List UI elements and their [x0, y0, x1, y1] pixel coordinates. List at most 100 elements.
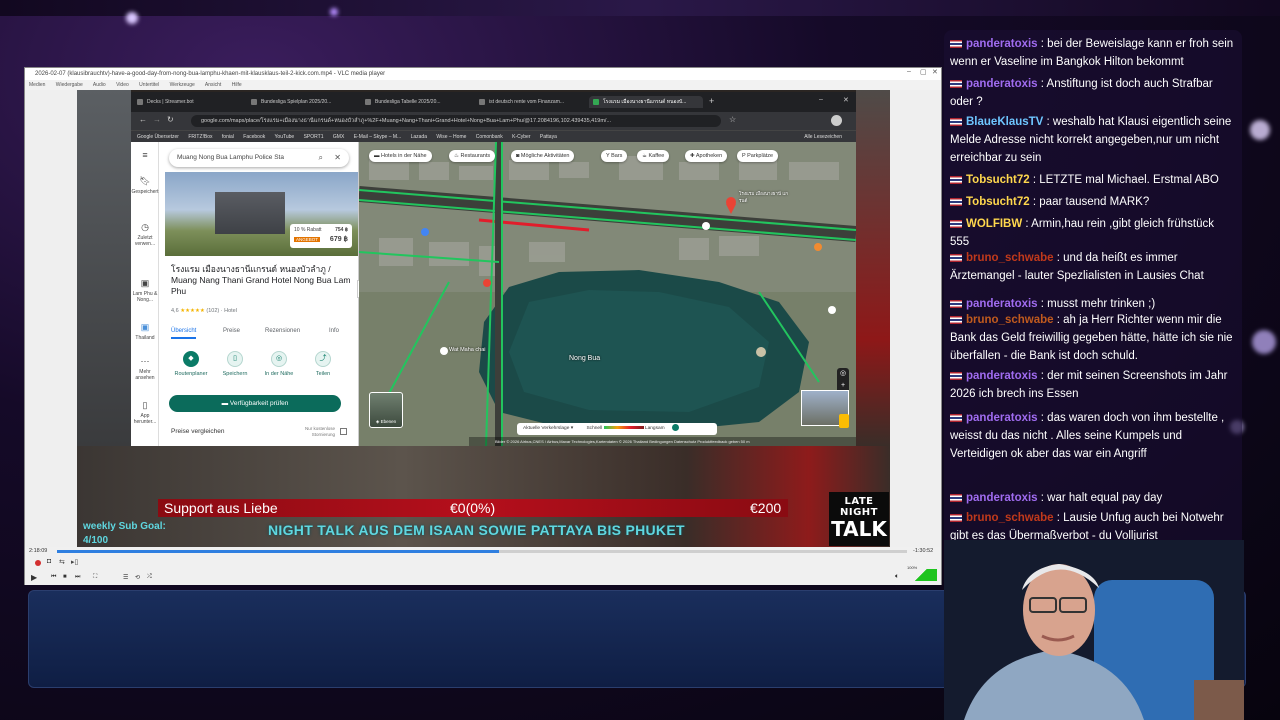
chip-activities[interactable]: ◙ Mögliche Aktivitäten — [511, 150, 575, 162]
minimize-button[interactable]: – — [907, 68, 911, 75]
chip-coffee[interactable]: ☕︎ Kaffee — [637, 150, 670, 162]
bookmark-item[interactable]: Pattaya — [540, 134, 557, 140]
fullscreen-button[interactable]: ⛶ — [93, 574, 97, 581]
forward-icon[interactable]: → — [153, 115, 161, 124]
bookmark-item[interactable]: Facebook — [243, 134, 265, 140]
profile-avatar[interactable] — [831, 115, 842, 126]
hotel-photo[interactable]: 10 % Rabatt 754 ฿ ANGEBOT 679 ฿ — [165, 172, 358, 256]
review-count[interactable]: (102) — [206, 308, 219, 314]
bookmark-item[interactable]: FRITZ!Box — [188, 134, 212, 140]
star-icon[interactable]: ☆ — [729, 115, 736, 124]
bookmark-item[interactable]: Wise – Home — [436, 134, 466, 140]
next-button[interactable]: ⏭︎ — [75, 574, 80, 581]
chat-username[interactable]: panderatoxis — [966, 370, 1038, 382]
chip-pharmacies[interactable]: ✚ Apotheken — [685, 150, 728, 162]
check-availability-button[interactable]: ▬ Verfügbarkeit prüfen — [169, 395, 341, 412]
close-button[interactable]: ✕ — [932, 68, 938, 76]
tab-bundesliga-tabelle[interactable]: Bundesliga Tabelle 2025/20... — [361, 96, 471, 108]
tab-info[interactable]: Info — [329, 328, 339, 334]
bookmark-item[interactable]: SPORT1 — [304, 134, 324, 140]
tab-bundesliga-spielplan[interactable]: Bundesliga Spielplan 2025/20... — [247, 96, 357, 108]
nearby-button[interactable]: ◎ In der Nähe — [261, 351, 297, 377]
pegman-icon[interactable] — [839, 414, 849, 428]
chat-username[interactable]: Tobsucht72 — [966, 174, 1030, 186]
snapshot-icon[interactable]: ◘ — [47, 558, 51, 565]
bookmark-item[interactable]: Comonbank — [476, 134, 503, 140]
layers-button[interactable]: ◈ Ebenen — [369, 392, 403, 428]
all-bookmarks[interactable]: Alle Lesezeichen — [804, 131, 842, 142]
chat-username[interactable]: bruno_schwabe — [966, 252, 1054, 264]
chat-username[interactable]: panderatoxis — [966, 412, 1038, 424]
menu-item-audio[interactable]: Audio — [93, 82, 106, 88]
menu-item-medien[interactable]: Medien — [29, 82, 45, 88]
record-button[interactable] — [35, 560, 41, 566]
chat-username[interactable]: panderatoxis — [966, 298, 1038, 310]
chat-username[interactable]: panderatoxis — [966, 38, 1038, 50]
bookmark-item[interactable]: GMX — [333, 134, 344, 140]
tab-prices[interactable]: Preise — [223, 328, 240, 334]
loop-button[interactable]: ⟲ — [135, 574, 140, 581]
new-tab-button[interactable]: + — [709, 96, 714, 106]
my-location-icon[interactable]: ◎ — [837, 368, 849, 380]
free-cancellation-checkbox[interactable] — [340, 428, 347, 435]
traffic-legend[interactable]: Aktuelle Verkehrslage ▾ Schnell Langsam — [517, 423, 717, 435]
chat-username[interactable]: Tobsucht72 — [966, 196, 1030, 208]
chat-username[interactable]: panderatoxis — [966, 492, 1038, 504]
shuffle-button[interactable]: ⤮ — [147, 574, 152, 581]
bookmark-item[interactable]: E-Mail – Skype – M... — [354, 134, 402, 140]
directions-button[interactable]: ◆ Routenplaner — [173, 351, 209, 377]
chat-username[interactable]: BlaueKlausTV — [966, 116, 1043, 128]
chip-bars[interactable]: Y Bars — [601, 150, 628, 162]
tab-rente[interactable]: ist deutsch rente vom Finanzam... — [475, 96, 585, 108]
menu-item-wiedergabe[interactable]: Wiedergabe — [56, 82, 83, 88]
chat-username[interactable]: bruno_schwabe — [966, 512, 1054, 524]
video-frame[interactable]: Decks | Streamer.bot Bundesliga Spielpla… — [77, 90, 890, 547]
loop-ab-icon[interactable]: ⇆ — [59, 558, 65, 566]
play-button[interactable]: ▶ — [31, 573, 37, 582]
bookmark-item[interactable]: Lazada — [411, 134, 427, 140]
tab-reviews[interactable]: Rezensionen — [265, 328, 300, 334]
maximize-button[interactable]: ▢ — [920, 68, 927, 76]
satellite-map[interactable]: ▬ Hotels in der Nähe ♨ Restaurants ◙ Mög… — [359, 142, 856, 446]
stop-button[interactable]: ■ — [63, 574, 67, 580]
search-icon[interactable]: ⌕ — [319, 149, 323, 167]
chip-parking[interactable]: P Parkplätze — [737, 150, 779, 162]
menu-item-hilfe[interactable]: Hilfe — [232, 82, 242, 88]
chat-username[interactable]: WOLFIBW — [966, 218, 1022, 230]
volume-slider[interactable] — [905, 569, 937, 581]
rail-place-thailand[interactable]: ▣ Thailand — [131, 322, 159, 341]
share-button[interactable]: ⤴ Teilen — [305, 351, 341, 377]
chip-restaurants[interactable]: ♨ Restaurants — [449, 150, 496, 162]
chip-hotels-nearby[interactable]: ▬ Hotels in der Nähe — [369, 150, 432, 162]
rail-more[interactable]: ⋯ Mehr ansehen — [131, 356, 159, 381]
bookmark-item[interactable]: fonial — [222, 134, 234, 140]
playlist-button[interactable]: ☰ — [123, 574, 128, 581]
tab-google-maps[interactable]: โรงแรม เมืองนางธานีแกรนด์ หนองบั... — [589, 96, 703, 108]
save-button[interactable]: ▯ Speichern — [217, 351, 253, 377]
close-icon[interactable] — [671, 424, 679, 432]
price-badge[interactable]: 10 % Rabatt 754 ฿ ANGEBOT 679 ฿ — [290, 224, 352, 248]
tab-streamerbot[interactable]: Decks | Streamer.bot — [133, 96, 243, 108]
frame-step-icon[interactable]: ▸▯ — [71, 558, 78, 566]
bookmark-item[interactable]: K-Cyber — [512, 134, 530, 140]
rail-app-download[interactable]: ▯ App herunter... — [131, 400, 159, 425]
chat-username[interactable]: bruno_schwabe — [966, 314, 1054, 326]
tab-overview[interactable]: Übersicht — [171, 328, 197, 339]
maps-search-input[interactable]: Muang Nong Bua Lamphu Police Sta ⌕ ✕ — [169, 149, 349, 167]
window-minimize-button[interactable]: – — [819, 96, 823, 103]
menu-item-untertitel[interactable]: Untertitel — [139, 82, 159, 88]
rail-menu[interactable]: ≡ — [131, 150, 159, 162]
seek-bar[interactable] — [57, 550, 907, 553]
window-close-button[interactable]: ✕ — [843, 96, 849, 104]
url-input[interactable]: google.com/maps/place/โรงแรม+เมืองนางธาน… — [191, 115, 721, 127]
bookmark-item[interactable]: YouTube — [275, 134, 295, 140]
menu-item-ansicht[interactable]: Ansicht — [205, 82, 221, 88]
menu-item-werkzeuge[interactable]: Werkzeuge — [170, 82, 195, 88]
rail-place-lamphu[interactable]: ▣ Lam Phu & Nong... — [131, 278, 159, 303]
bookmark-item[interactable]: Google Übersetzer — [137, 134, 179, 140]
back-icon[interactable]: ← — [139, 115, 147, 124]
rail-recent[interactable]: ◷ Zuletzt verwen... — [131, 222, 159, 247]
previous-button[interactable]: ⏮︎ — [51, 574, 56, 581]
close-icon[interactable]: ✕ — [334, 149, 341, 167]
reload-icon[interactable]: ↻ — [167, 115, 174, 124]
